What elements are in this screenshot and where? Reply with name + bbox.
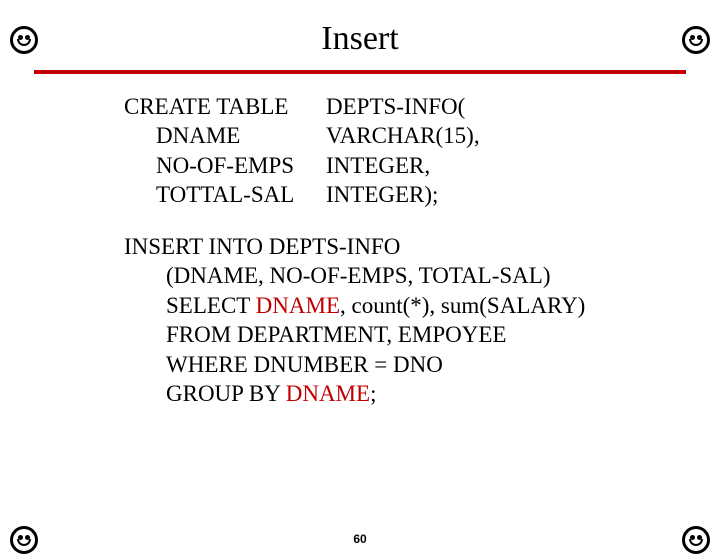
code-line: NO-OF-EMPSINTEGER, bbox=[124, 151, 720, 180]
code-line: (DNAME, NO-OF-EMPS, TOTAL-SAL) bbox=[124, 261, 720, 290]
column-type: INTEGER); bbox=[326, 180, 438, 209]
code-line: FROM DEPARTMENT, EMPOYEE bbox=[124, 320, 720, 349]
token: (DNAME, NO-OF-EMPS, TOTAL-SAL) bbox=[166, 263, 550, 288]
smiley-icon bbox=[682, 526, 710, 554]
code-line: INSERT INTO DEPTS-INFO bbox=[124, 232, 720, 261]
smiley-icon bbox=[10, 26, 38, 54]
token: , count(*), sum(SALARY) bbox=[340, 293, 585, 318]
code-line: GROUP BY DNAME; bbox=[124, 379, 720, 408]
column-name: DNAME bbox=[156, 121, 326, 150]
smiley-icon bbox=[10, 526, 38, 554]
code-line: SELECT DNAME, count(*), sum(SALARY) bbox=[124, 291, 720, 320]
token: CREATE TABLE bbox=[124, 92, 326, 121]
token: WHERE DNUMBER = DNO bbox=[166, 352, 443, 377]
create-table-block: CREATE TABLEDEPTS-INFO( DNAMEVARCHAR(15)… bbox=[124, 92, 720, 210]
insert-block: INSERT INTO DEPTS-INFO (DNAME, NO-OF-EMP… bbox=[124, 232, 720, 409]
page-number: 60 bbox=[353, 532, 366, 546]
code-line: WHERE DNUMBER = DNO bbox=[124, 350, 720, 379]
column-name: TOTTAL-SAL bbox=[156, 180, 326, 209]
code-line: TOTTAL-SALINTEGER); bbox=[124, 180, 720, 209]
token: ; bbox=[370, 381, 376, 406]
code-line: CREATE TABLEDEPTS-INFO( bbox=[124, 92, 720, 121]
code-line: DNAMEVARCHAR(15), bbox=[124, 121, 720, 150]
column-type: VARCHAR(15), bbox=[326, 121, 480, 150]
token: FROM DEPARTMENT, EMPOYEE bbox=[166, 322, 506, 347]
title-divider bbox=[34, 70, 686, 74]
slide-content: CREATE TABLEDEPTS-INFO( DNAMEVARCHAR(15)… bbox=[124, 92, 720, 408]
smiley-icon bbox=[682, 26, 710, 54]
token: DEPTS-INFO( bbox=[326, 92, 465, 121]
page-title: Insert bbox=[0, 20, 720, 58]
keyword-highlight: DNAME bbox=[256, 293, 340, 318]
column-type: INTEGER, bbox=[326, 151, 430, 180]
token: SELECT bbox=[166, 293, 256, 318]
column-name: NO-OF-EMPS bbox=[156, 151, 326, 180]
token: GROUP BY bbox=[166, 381, 286, 406]
keyword-highlight: DNAME bbox=[286, 381, 370, 406]
